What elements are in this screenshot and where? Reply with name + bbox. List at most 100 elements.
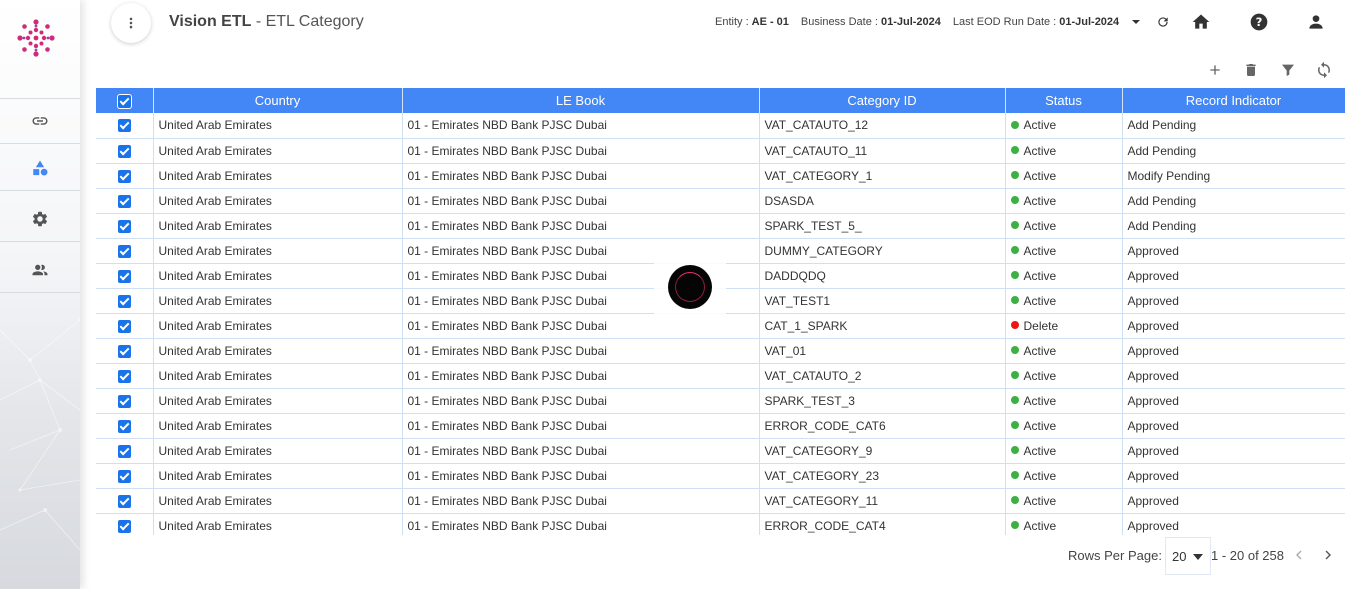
status-text: Active <box>1023 493 1057 508</box>
previous-page-button[interactable] <box>1293 545 1307 565</box>
row-checkbox-cell[interactable] <box>96 463 154 489</box>
row-checkbox-cell[interactable] <box>96 338 154 364</box>
row-checkbox-cell[interactable] <box>96 513 154 535</box>
table-row[interactable]: United Arab Emirates 01 - Emirates NBD Ba… <box>96 413 1345 439</box>
row-checkbox[interactable] <box>117 369 131 383</box>
row-checkbox-cell[interactable] <box>96 238 154 264</box>
cell-country: United Arab Emirates <box>153 113 403 139</box>
table-row[interactable]: United Arab Emirates 01 - Emirates NBD Ba… <box>96 113 1345 139</box>
row-checkbox[interactable] <box>117 269 131 283</box>
cell-category-id: DSASDA <box>759 188 1006 214</box>
network-background-decoration <box>0 318 80 551</box>
row-checkbox[interactable] <box>117 169 131 183</box>
status-dot-icon <box>1010 271 1019 280</box>
status-dot-icon <box>1010 471 1019 480</box>
table-row[interactable]: United Arab Emirates 01 - Emirates NBD Ba… <box>96 488 1345 514</box>
table-row[interactable]: United Arab Emirates 01 - Emirates NBD Ba… <box>96 163 1345 189</box>
row-checkbox-cell[interactable] <box>96 313 154 339</box>
home-button[interactable] <box>1190 11 1212 33</box>
row-checkbox[interactable] <box>117 419 131 433</box>
row-checkbox[interactable] <box>117 144 131 158</box>
row-checkbox[interactable] <box>117 194 131 208</box>
row-checkbox[interactable] <box>117 219 131 233</box>
column-header-category-id[interactable]: Category ID <box>759 88 1006 113</box>
sidebar-item-users[interactable] <box>0 247 80 293</box>
rows-per-page-select[interactable]: 20 <box>1165 537 1211 575</box>
chevron-left-icon <box>1296 550 1302 560</box>
row-checkbox[interactable] <box>117 394 131 408</box>
sidebar-item-links[interactable] <box>0 98 80 144</box>
row-checkbox-cell[interactable] <box>96 438 154 464</box>
cell-le-book: 01 - Emirates NBD Bank PJSC Dubai <box>402 463 760 489</box>
status-text: Active <box>1023 143 1057 158</box>
next-page-button[interactable] <box>1322 545 1336 565</box>
cell-record-indicator: Add Pending <box>1122 213 1345 239</box>
status-dot-icon <box>1010 396 1019 405</box>
table-row[interactable]: United Arab Emirates 01 - Emirates NBD Ba… <box>96 513 1345 535</box>
row-checkbox[interactable] <box>117 244 131 258</box>
status-text: Active <box>1023 268 1057 283</box>
column-header-country[interactable]: Country <box>153 88 403 113</box>
row-checkbox[interactable] <box>117 319 131 333</box>
table-row[interactable]: United Arab Emirates 01 - Emirates NBD Ba… <box>96 388 1345 414</box>
add-button[interactable] <box>1205 60 1225 80</box>
cell-country: United Arab Emirates <box>153 413 403 439</box>
cell-category-id: VAT_CATEGORY_1 <box>759 163 1006 189</box>
cell-record-indicator: Approved <box>1122 388 1345 414</box>
row-checkbox-cell[interactable] <box>96 363 154 389</box>
column-header-record-indicator[interactable]: Record Indicator <box>1122 88 1345 113</box>
row-checkbox-cell[interactable] <box>96 138 154 164</box>
cell-country: United Arab Emirates <box>153 288 403 314</box>
column-header-status[interactable]: Status <box>1005 88 1123 113</box>
column-header-le-book[interactable]: LE Book <box>402 88 760 113</box>
row-checkbox-cell[interactable] <box>96 213 154 239</box>
cell-category-id: VAT_CATAUTO_12 <box>759 113 1006 139</box>
cell-category-id: CAT_1_SPARK <box>759 313 1006 339</box>
row-checkbox-cell[interactable] <box>96 188 154 214</box>
filter-button[interactable] <box>1278 60 1298 80</box>
cell-country: United Arab Emirates <box>153 138 403 164</box>
sync-button[interactable] <box>1314 60 1334 80</box>
cell-status: Active <box>1005 288 1123 314</box>
row-checkbox[interactable] <box>117 519 131 533</box>
cell-country: United Arab Emirates <box>153 438 403 464</box>
table-row[interactable]: United Arab Emirates 01 - Emirates NBD Ba… <box>96 138 1345 164</box>
row-checkbox-cell[interactable] <box>96 263 154 289</box>
row-checkbox[interactable] <box>117 469 131 483</box>
delete-button[interactable] <box>1241 60 1261 80</box>
row-checkbox[interactable] <box>117 494 131 508</box>
row-checkbox[interactable] <box>117 344 131 358</box>
cell-status: Active <box>1005 363 1123 389</box>
table-row[interactable]: United Arab Emirates 01 - Emirates NBD Ba… <box>96 213 1345 239</box>
account-button[interactable] <box>1305 11 1327 33</box>
table-row[interactable]: United Arab Emirates 01 - Emirates NBD Ba… <box>96 438 1345 464</box>
table-row[interactable]: United Arab Emirates 01 - Emirates NBD Ba… <box>96 463 1345 489</box>
status-text: Active <box>1023 218 1057 233</box>
row-checkbox-cell[interactable] <box>96 163 154 189</box>
app-logo-icon[interactable] <box>14 16 58 60</box>
row-checkbox-cell[interactable] <box>96 413 154 439</box>
row-checkbox-cell[interactable] <box>96 488 154 514</box>
row-checkbox-cell[interactable] <box>96 113 154 139</box>
table-row[interactable]: United Arab Emirates 01 - Emirates NBD Ba… <box>96 338 1345 364</box>
refresh-button[interactable] <box>1152 11 1174 33</box>
help-button[interactable]: ? <box>1248 11 1270 33</box>
select-all-checkbox[interactable] <box>117 95 131 109</box>
table-body: United Arab Emirates 01 - Emirates NBD Ba… <box>96 113 1345 535</box>
cell-category-id: VAT_01 <box>759 338 1006 364</box>
table-row[interactable]: United Arab Emirates 01 - Emirates NBD Ba… <box>96 363 1345 389</box>
row-checkbox[interactable] <box>117 294 131 308</box>
cell-country: United Arab Emirates <box>153 213 403 239</box>
sidebar-item-category[interactable] <box>0 145 80 191</box>
cell-record-indicator: Approved <box>1122 238 1345 264</box>
menu-button[interactable] <box>111 3 151 43</box>
table-row[interactable]: United Arab Emirates 01 - Emirates NBD Ba… <box>96 188 1345 214</box>
row-checkbox-cell[interactable] <box>96 288 154 314</box>
sidebar-item-settings[interactable] <box>0 196 80 242</box>
select-all-header[interactable] <box>96 88 154 113</box>
row-checkbox[interactable] <box>117 119 131 133</box>
cell-record-indicator: Add Pending <box>1122 138 1345 164</box>
row-checkbox[interactable] <box>117 444 131 458</box>
row-checkbox-cell[interactable] <box>96 388 154 414</box>
context-dropdown-button[interactable] <box>1125 11 1147 33</box>
